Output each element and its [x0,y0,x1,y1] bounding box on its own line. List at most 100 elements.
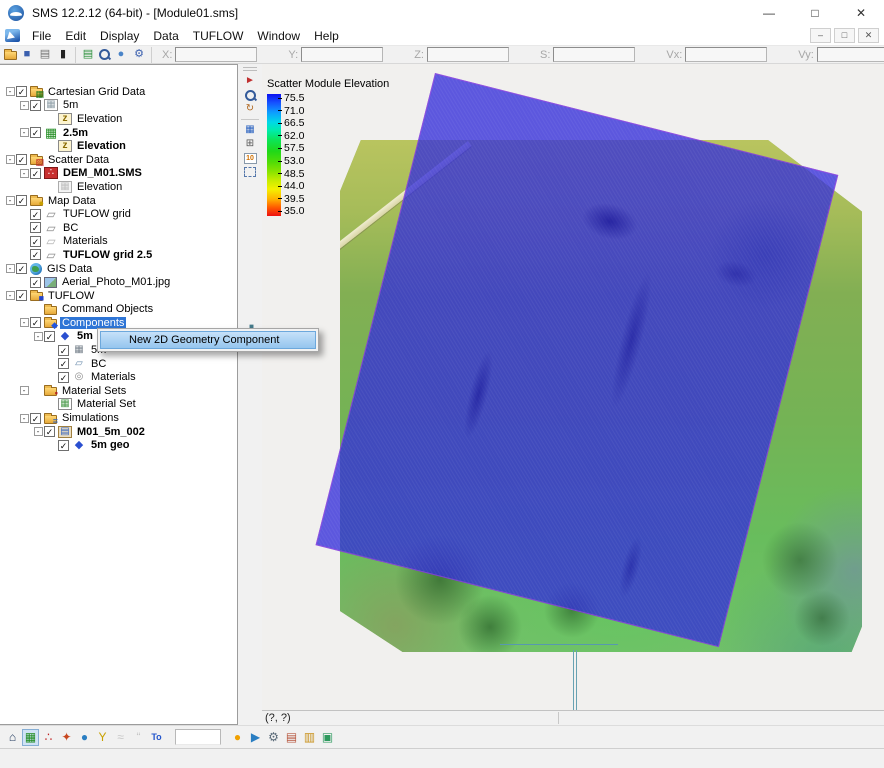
x-input[interactable] [175,47,258,62]
visibility-checkbox[interactable]: ✓ [44,330,55,342]
cartesian-grid-module-icon[interactable]: ▦ [22,728,39,746]
menu-help[interactable]: Help [307,27,346,45]
visibility-checkbox[interactable]: ✓ [30,167,41,179]
map-canvas[interactable]: Scatter Module Elevation 75.5 71.0 66.5 62.… [262,64,884,710]
create-grid-frame-tool-icon[interactable]: ▦ [242,123,259,137]
magnifier-zoom-icon[interactable] [98,48,111,61]
tree-item-cartesian-grid-data[interactable]: - ✓ ▦ Cartesian Grid Data [0,85,237,99]
minimize-button[interactable]: — [746,0,792,26]
context-menu-item-new-2d-geometry-component[interactable]: New 2D Geometry Component [100,331,316,349]
menu-tuflow[interactable]: TUFLOW [186,27,251,45]
tree-item-materials[interactable]: ✓ ▱ Materials [0,235,237,249]
tree-item-tuflow-grid[interactable]: ✓ ▱ TUFLOW grid [0,207,237,221]
collapse-toggle[interactable]: - [19,168,29,178]
collapse-toggle[interactable]: - [33,331,43,341]
gis-globe-module-icon[interactable]: ● [76,729,93,746]
stack-books-icon[interactable]: ▥ [301,729,318,746]
tree-item-tuflow-grid-2-5[interactable]: ✓ ▱ TUFLOW grid 2.5 [0,248,237,262]
select-grid-cells-tool-icon[interactable] [242,165,259,179]
collapse-toggle[interactable]: - [19,100,29,110]
visibility-checkbox[interactable]: ✓ [30,235,41,247]
collapse-toggle[interactable]: - [5,155,15,165]
menu-window[interactable]: Window [250,27,307,45]
visibility-checkbox[interactable]: ✓ [16,263,27,275]
tree-item-scatter-data[interactable]: - ✓ ▨ Scatter Data [0,153,237,167]
map-module-icon[interactable]: Y [94,729,111,746]
folder-open-icon[interactable] [4,49,17,60]
visibility-checkbox[interactable]: ✓ [58,371,69,383]
tree-item-m01-5m-002[interactable]: - ✓ ▤ M01_5m_002 [0,425,237,439]
green-doc-icon[interactable]: ▤ [80,47,96,62]
tree-item-elevation[interactable]: ▦ Elevation [0,180,237,194]
visibility-checkbox[interactable]: ✓ [30,276,41,288]
collapse-toggle[interactable]: - [19,413,29,423]
y-input[interactable] [301,47,384,62]
tree-item-material-set[interactable]: ▦ Material Set [0,398,237,412]
visibility-checkbox[interactable]: ✓ [58,358,69,370]
tree-item-gis-data[interactable]: - ✓ GIS Data [0,262,237,276]
collapse-toggle[interactable]: - [5,264,15,274]
project-explorer-tree[interactable]: - ✓ ▦ Cartesian Grid Data - ✓ ▦ 5m z Elevation - ✓ ▦… [0,64,238,725]
floppy-save-icon[interactable]: ■ [19,47,35,62]
gear-settings-icon[interactable]: ⚙ [265,729,282,746]
dynamic-model-icon[interactable]: To [148,729,165,746]
mesh-module-icon[interactable]: ✦ [58,729,75,746]
collapse-toggle[interactable]: - [5,196,15,206]
film-loop-play-icon[interactable]: ▶ [247,729,264,746]
image-frame-icon[interactable]: ▣ [319,729,336,746]
visibility-checkbox[interactable]: ✓ [44,426,55,438]
visibility-checkbox[interactable]: ✓ [30,222,41,234]
tree-item-2-5m[interactable]: - ✓ ▦ 2.5m [0,126,237,140]
collapse-toggle[interactable]: - [19,318,29,328]
select-pointer-tool-icon[interactable]: ► [242,74,259,88]
mdi-restore-button[interactable]: □ [834,28,855,43]
tree-item-dem-m01-sms[interactable]: - ✓ ∴ DEM_M01.SMS [0,167,237,181]
mdi-minimize-button[interactable]: – [810,28,831,43]
visibility-checkbox[interactable]: ✓ [16,154,27,166]
visibility-checkbox[interactable]: ✓ [30,317,41,329]
trash-delete-icon[interactable]: ▮ [55,47,71,62]
visibility-checkbox[interactable]: ✓ [30,99,41,111]
gear-tools-icon[interactable]: ⚙ [131,47,147,62]
visibility-checkbox[interactable]: ✓ [16,290,27,302]
zoom-magnifier-tool-icon[interactable] [242,88,259,102]
droplet-time-icon[interactable]: ● [229,729,246,746]
mdi-close-button[interactable]: ✕ [858,28,879,43]
house-home-icon[interactable]: ⌂ [4,729,21,746]
tree-item-materials[interactable]: ✓ ◎ Materials [0,370,237,384]
visibility-checkbox[interactable]: ✓ [58,344,69,356]
tree-item-simulations[interactable]: - ✓ ≡ Simulations [0,411,237,425]
tree-item-map-data[interactable]: - ✓ ● Map Data [0,194,237,208]
collapse-toggle[interactable]: - [19,128,29,138]
collapse-toggle[interactable]: - [5,87,15,97]
menu-edit[interactable]: Edit [58,27,93,45]
printer-icon[interactable]: ▤ [37,47,53,62]
tree-item-5m[interactable]: - ✓ ▦ 5m [0,99,237,113]
visibility-checkbox[interactable]: ✓ [16,195,27,207]
tree-item-material-sets[interactable]: - ▪ Material Sets [0,384,237,398]
grid-frame-tool-icon[interactable]: ⊞ [242,137,259,151]
tree-item-tuflow[interactable]: - ✓ ■ TUFLOW [0,289,237,303]
visibility-checkbox[interactable]: ✓ [30,127,41,139]
material-card-icon[interactable]: ▤ [283,729,300,746]
close-button[interactable]: ✕ [838,0,884,26]
visibility-checkbox[interactable]: ✓ [58,439,69,451]
menu-data[interactable]: Data [146,27,185,45]
scatter-module-icon[interactable]: ∴ [40,729,57,746]
s-input[interactable] [553,47,636,62]
visibility-checkbox[interactable]: ✓ [30,412,41,424]
visibility-checkbox[interactable]: ✓ [30,208,41,220]
tree-item-command-objects[interactable]: Command Objects [0,303,237,317]
menu-display[interactable]: Display [93,27,146,45]
maximize-button[interactable]: □ [792,0,838,26]
curvilinear-module-icon[interactable]: ≈ [112,729,129,746]
tree-item-aerial-photo-m01-jpg[interactable]: ✓ Aerial_Photo_M01.jpg [0,275,237,289]
annotation-module-icon[interactable]: “ [130,729,147,746]
visibility-checkbox[interactable]: ✓ [30,249,41,261]
renumber-grid-10-tool-icon[interactable]: 10 [242,151,259,165]
tree-item-bc[interactable]: ✓ ▱ BC [0,221,237,235]
vx-input[interactable] [685,47,768,62]
menu-file[interactable]: File [25,27,58,45]
vy-input[interactable] [816,47,884,62]
tree-item-5m-geo[interactable]: ✓ ◆ 5m geo [0,438,237,452]
